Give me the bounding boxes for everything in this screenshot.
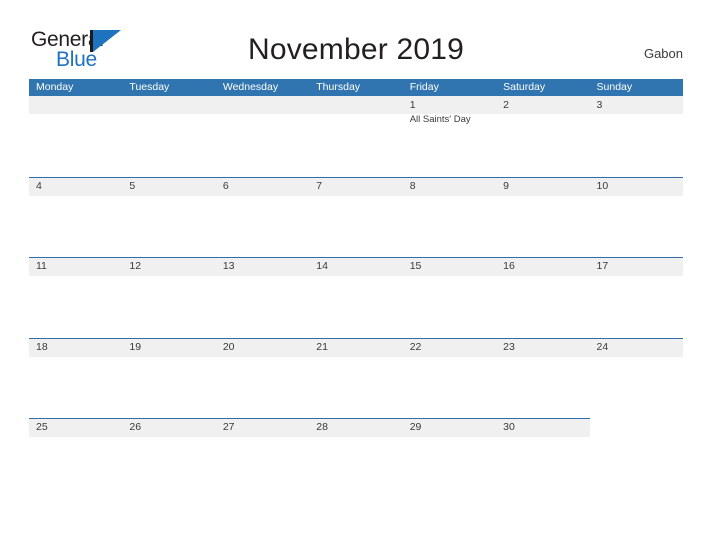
day-cell[interactable]: 22 [403, 338, 496, 419]
weekday-header-wednesday: Wednesday [222, 81, 279, 93]
week-day-cells: 18 19 20 21 22 23 24 [29, 338, 683, 419]
weekday-header-thursday: Thursday [316, 81, 361, 93]
day-cell[interactable]: 23 [496, 338, 589, 419]
day-number: 8 [409, 179, 416, 192]
day-number: 27 [222, 421, 235, 433]
day-cell[interactable]: 9 [496, 177, 589, 258]
day-number: 3 [596, 99, 603, 111]
day-number: 24 [596, 340, 609, 353]
calendar-week-row: 11 12 13 14 15 16 17 [29, 257, 683, 338]
day-cell[interactable] [309, 96, 402, 177]
day-number: 20 [222, 340, 235, 353]
day-cell[interactable]: 20 [216, 338, 309, 419]
calendar-week-row: 4 5 6 7 8 9 10 [29, 176, 683, 258]
day-number: 21 [316, 340, 328, 353]
page-title: November 2019 [247, 33, 465, 66]
weekday-header-saturday: Saturday [503, 81, 546, 93]
weekday-header-friday: Friday [409, 81, 439, 93]
day-cell[interactable]: 7 [309, 177, 402, 258]
day-cell[interactable]: 27 [216, 418, 309, 499]
day-number: 13 [222, 260, 235, 272]
week-day-cells: 25 26 27 28 29 30 [29, 418, 683, 499]
weekday-header-sunday: Sunday [596, 81, 633, 93]
day-number: 12 [129, 260, 142, 272]
week-day-cells: 1 All Saints' Day 2 3 [29, 96, 683, 177]
day-cell[interactable]: 29 [403, 418, 496, 499]
day-cell[interactable]: 1 All Saints' Day [403, 96, 496, 177]
day-number: 18 [36, 340, 48, 353]
day-number: 2 [503, 99, 509, 111]
day-number: 15 [409, 260, 422, 272]
day-number: 17 [596, 260, 609, 272]
country-label: Gabon [643, 46, 683, 61]
day-number: 28 [316, 421, 328, 433]
calendar-weeks: 1 All Saints' Day 2 3 4 5 6 7 8 9 10 11 12 13 14 15 16 17… [29, 96, 683, 499]
weekday-header-row: Monday Tuesday Wednesday Thursday Friday… [29, 79, 683, 96]
weekday-header-monday: Monday [36, 81, 74, 93]
day-cell[interactable]: 21 [309, 338, 402, 419]
day-number: 10 [596, 179, 609, 192]
day-cell[interactable]: 13 [216, 257, 309, 338]
day-cell[interactable]: 4 [29, 177, 122, 258]
day-cell[interactable]: 8 [403, 177, 496, 258]
day-number: 30 [503, 421, 515, 433]
calendar-week-row: 18 19 20 21 22 23 24 [29, 337, 683, 419]
day-cell[interactable]: 25 [29, 418, 122, 499]
day-event-label: All Saints' Day [409, 114, 471, 125]
day-number: 23 [503, 340, 515, 353]
day-number: 25 [36, 421, 48, 433]
day-number: 26 [129, 421, 142, 433]
day-number: 9 [503, 179, 509, 192]
day-cell[interactable]: 11 [29, 257, 122, 338]
week-day-cells: 4 5 6 7 8 9 10 [29, 177, 683, 258]
calendar-week-row: 25 26 27 28 29 30 [29, 418, 683, 499]
day-number: 4 [36, 179, 42, 192]
day-number: 14 [316, 260, 328, 272]
day-cell[interactable]: 6 [216, 177, 309, 258]
day-cell[interactable] [122, 96, 215, 177]
day-number: 1 [409, 99, 416, 111]
day-number: 22 [409, 340, 422, 353]
day-cell[interactable]: 18 [29, 338, 122, 419]
day-cell[interactable]: 16 [496, 257, 589, 338]
calendar-page: General Blue November 2019 Gabon Monday … [0, 0, 712, 550]
day-cell[interactable] [216, 96, 309, 177]
day-cell[interactable]: 15 [403, 257, 496, 338]
day-cell[interactable]: 19 [122, 338, 215, 419]
day-number: 5 [129, 179, 136, 192]
day-cell[interactable]: 3 [590, 96, 683, 177]
day-number: 29 [409, 421, 422, 433]
day-cell[interactable]: 28 [309, 418, 402, 499]
day-number: 19 [129, 340, 142, 353]
day-number: 11 [36, 260, 47, 272]
day-cell[interactable]: 26 [122, 418, 215, 499]
page-header: General Blue November 2019 Gabon [0, 0, 712, 78]
week-day-cells: 11 12 13 14 15 16 17 [29, 257, 683, 338]
day-cell[interactable] [590, 418, 683, 499]
day-cell[interactable]: 5 [122, 177, 215, 258]
weekday-header-tuesday: Tuesday [129, 81, 170, 93]
day-cell[interactable]: 17 [590, 257, 683, 338]
day-number: 6 [222, 179, 229, 192]
day-number: 7 [316, 179, 323, 192]
calendar-week-row: 1 All Saints' Day 2 3 [29, 96, 683, 177]
day-cell[interactable]: 12 [122, 257, 215, 338]
day-cell[interactable]: 24 [590, 338, 683, 419]
day-cell[interactable]: 14 [309, 257, 402, 338]
calendar-grid: Monday Tuesday Wednesday Thursday Friday… [29, 79, 683, 499]
day-cell[interactable]: 2 [496, 96, 589, 177]
day-cell[interactable]: 10 [590, 177, 683, 258]
day-number: 16 [503, 260, 515, 272]
day-cell[interactable] [29, 96, 122, 177]
day-cell[interactable]: 30 [496, 418, 589, 499]
